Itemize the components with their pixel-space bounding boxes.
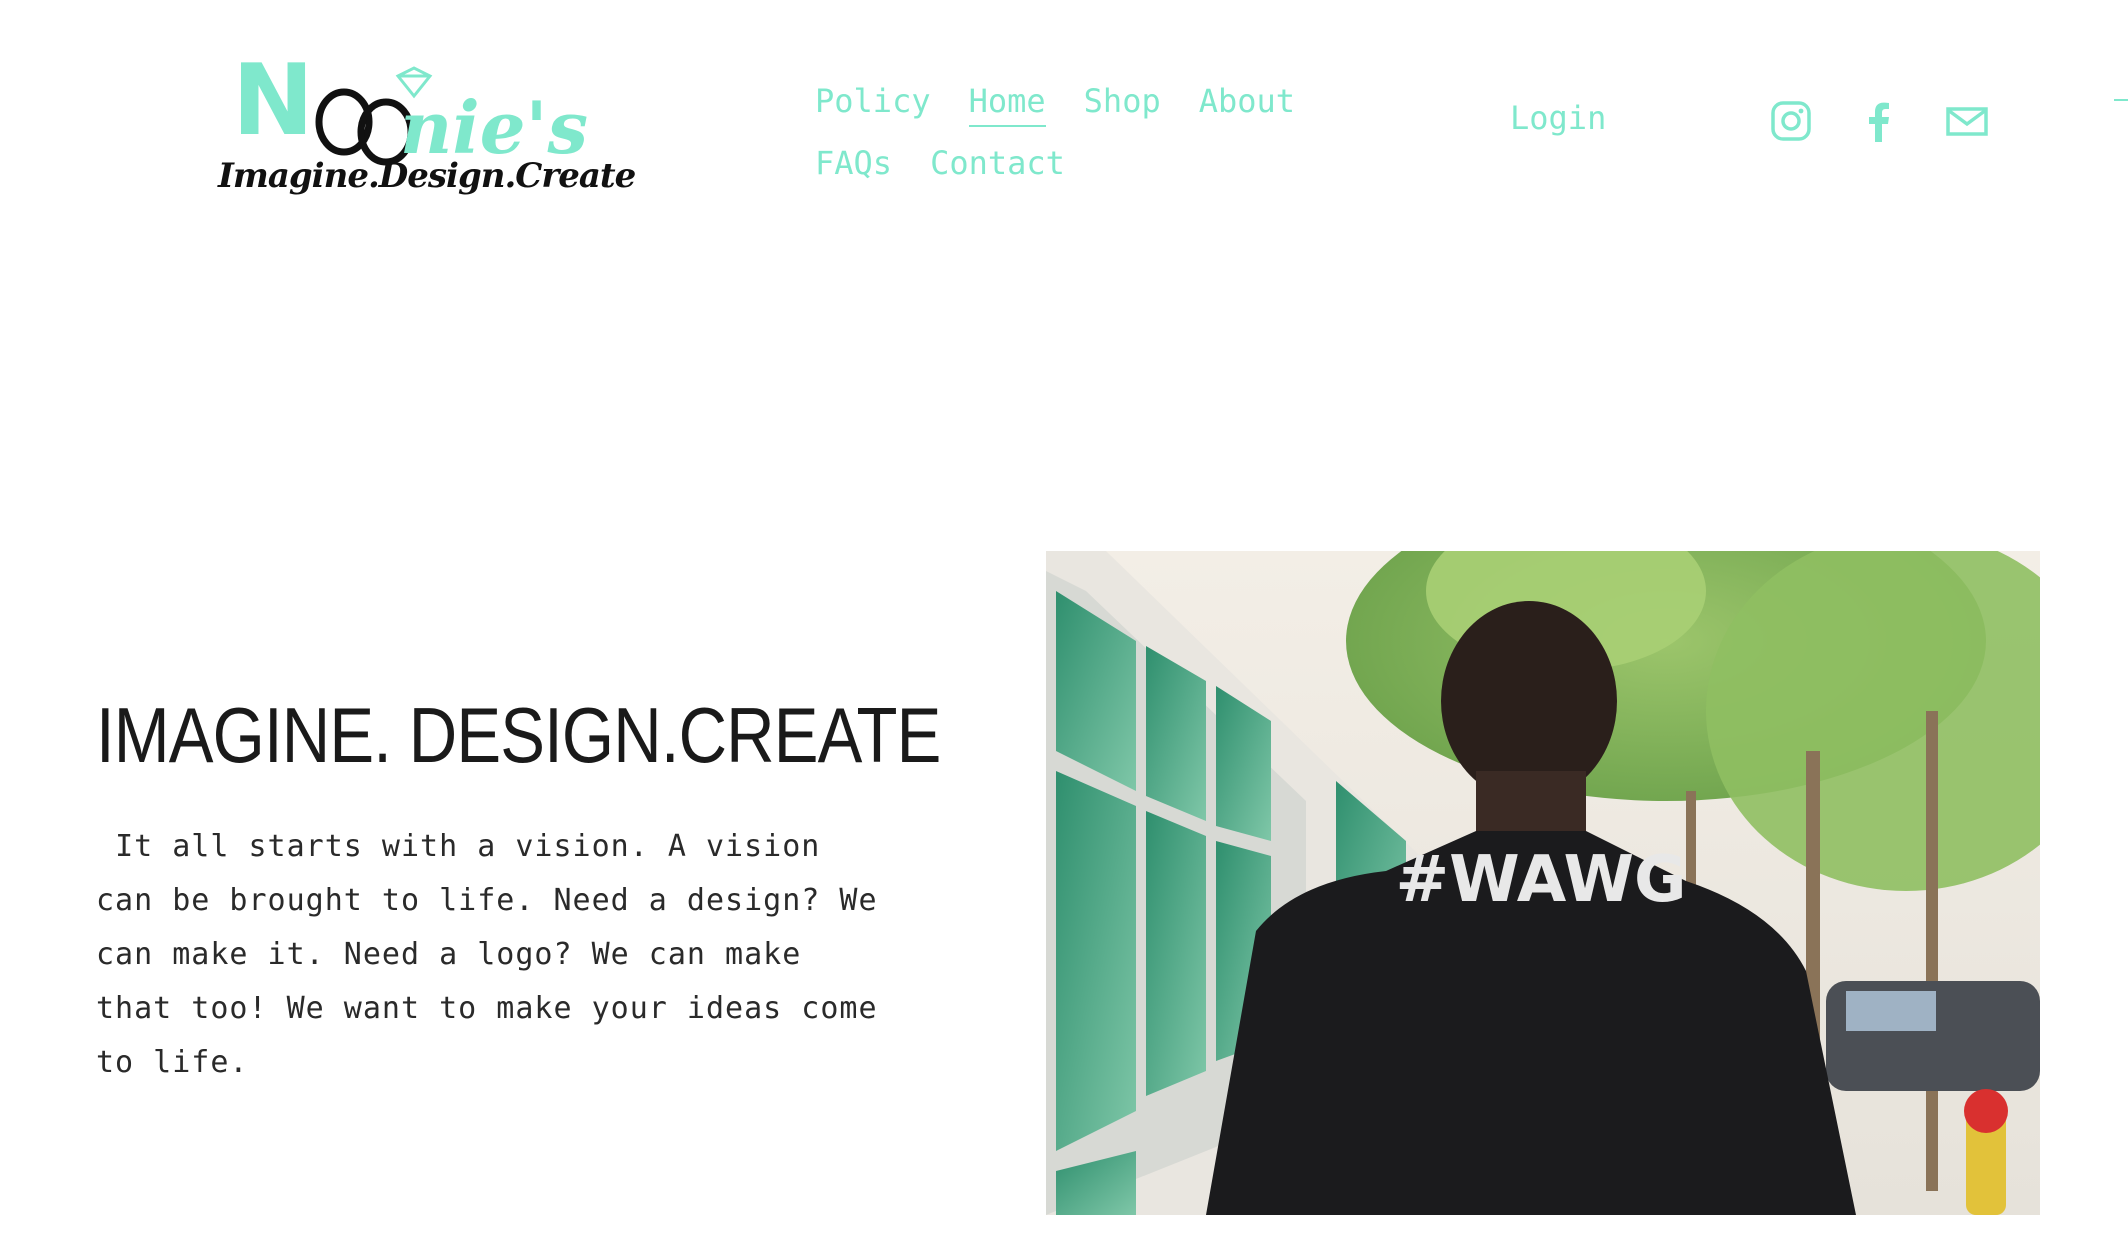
nav-row-1: Policy Home Shop About xyxy=(815,70,1315,132)
hero-description: It all starts with a vision. A vision ca… xyxy=(96,829,878,1080)
hero-image: #WAWG xyxy=(1046,551,2040,1215)
facebook-icon[interactable] xyxy=(1858,100,1900,142)
nav-link-policy[interactable]: Policy xyxy=(815,85,931,117)
shirt-text: #WAWG xyxy=(1395,843,1686,917)
nav-link-shop[interactable]: Shop xyxy=(1084,85,1161,117)
edge-divider xyxy=(2114,99,2128,101)
site-logo[interactable]: N nie's Imagine.Design.Create xyxy=(212,28,636,208)
login-link[interactable]: Login xyxy=(1510,102,1606,134)
nav-link-contact[interactable]: Contact xyxy=(930,147,1065,179)
social-links xyxy=(1770,100,1988,142)
nav-link-home[interactable]: Home xyxy=(968,85,1046,127)
nav-row-2: FAQs Contact xyxy=(815,132,1315,194)
site-header: N nie's Imagine.Design.Create Policy Hom… xyxy=(0,0,2128,250)
logo-tagline: Imagine.Design.Create xyxy=(218,156,636,196)
nav-link-faqs[interactable]: FAQs xyxy=(815,147,892,179)
instagram-icon[interactable] xyxy=(1770,100,1812,142)
main-nav: Policy Home Shop About FAQs Contact xyxy=(815,70,1315,194)
nav-link-about[interactable]: About xyxy=(1199,85,1295,117)
hero-title: IMAGINE. DESIGN.CREATE xyxy=(96,691,941,779)
hero-photo-illustration: #WAWG xyxy=(1046,551,2040,1215)
logo-word-rest: nie's xyxy=(400,85,589,170)
email-icon[interactable] xyxy=(1946,100,1988,142)
